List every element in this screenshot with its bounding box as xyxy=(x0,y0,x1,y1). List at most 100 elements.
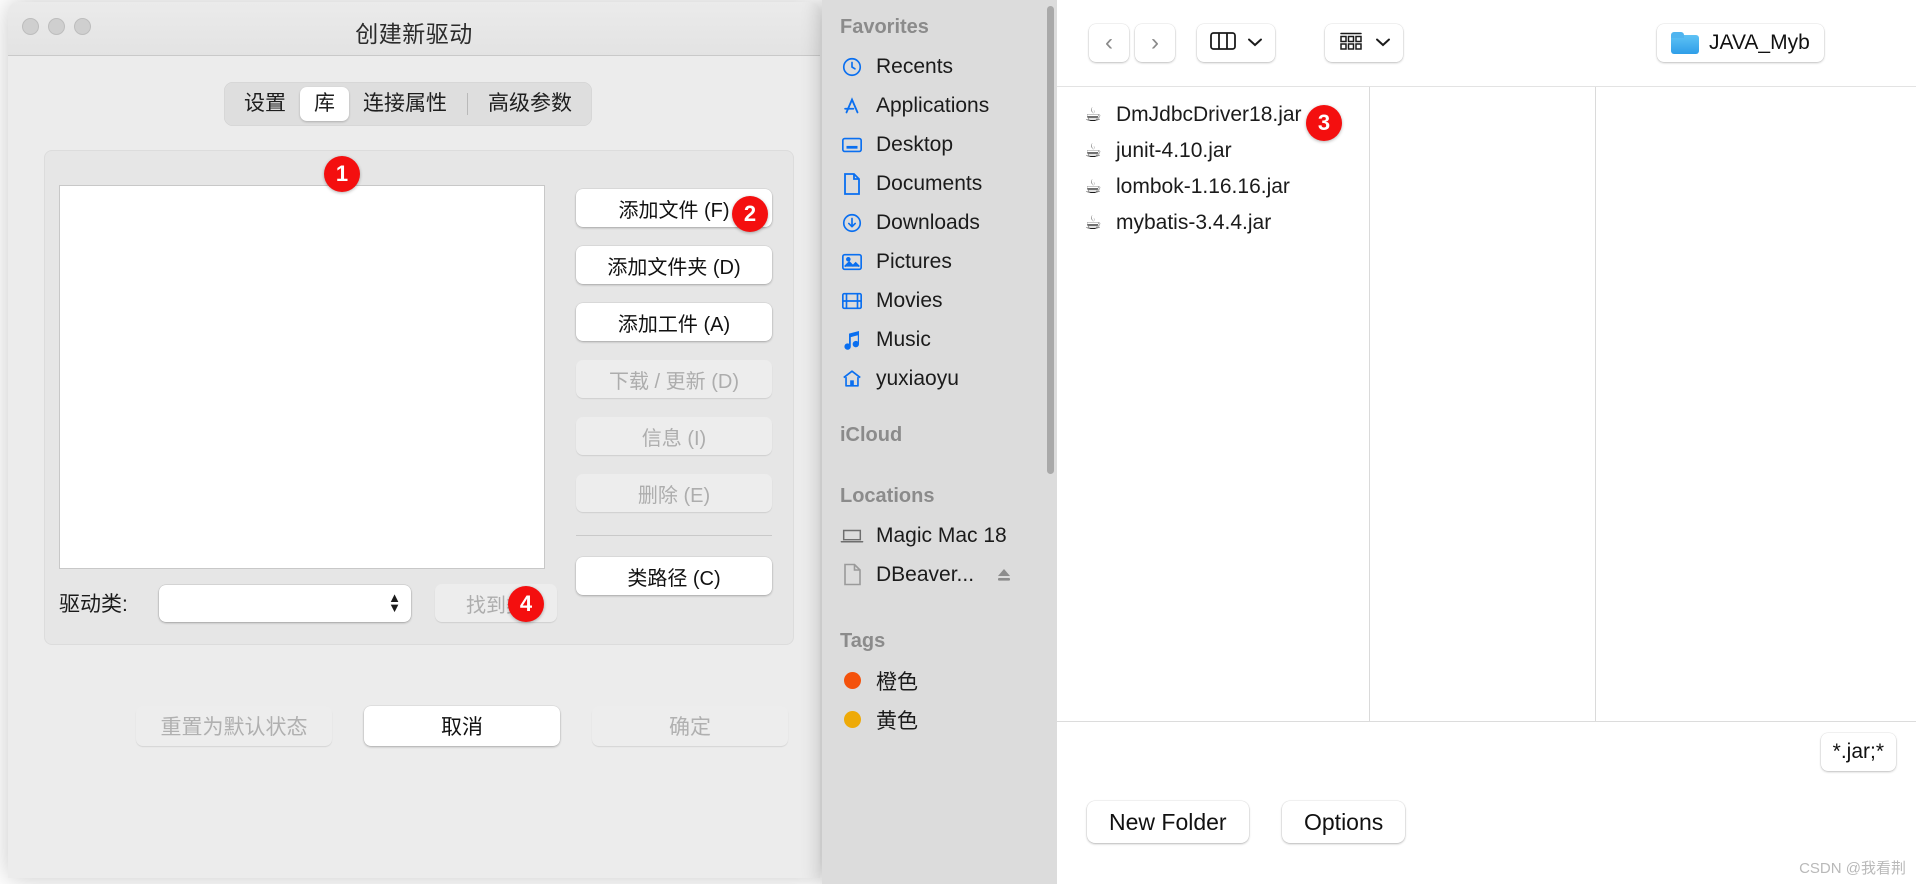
watermark: CSDN @我看荆 xyxy=(1799,860,1906,877)
delete-button[interactable]: 删除 (E) xyxy=(576,474,772,512)
file-row[interactable]: ☕ lombok-1.16.16.jar xyxy=(1057,169,1369,205)
sidebar-item-label: 橙色 xyxy=(876,670,918,694)
sidebar-scrollbar[interactable] xyxy=(1047,6,1054,474)
finder-filter-bar: *.jar;* xyxy=(1057,721,1916,786)
path-label: JAVA_Myb xyxy=(1709,31,1810,54)
file-column-primary: ☕ DmJdbcDriver18.jar ☕ junit-4.10.jar ☕ … xyxy=(1057,87,1370,721)
actions-divider xyxy=(576,535,772,536)
tag-dot-icon xyxy=(840,708,864,732)
step-badge-3: 3 xyxy=(1306,105,1342,141)
group-view-icon xyxy=(1337,30,1365,57)
sidebar-item-music[interactable]: Music xyxy=(822,320,1057,359)
clock-icon xyxy=(840,55,864,79)
driver-class-combo[interactable]: ▲ ▼ xyxy=(159,584,411,622)
dialog-footer: 重置为默认状态 取消 确定 xyxy=(8,706,820,746)
column-view-icon xyxy=(1209,30,1237,57)
sidebar-group-icloud: iCloud xyxy=(840,424,903,446)
step-badge-2: 2 xyxy=(732,196,768,232)
sidebar-item-label: Magic Mac 18 xyxy=(876,523,1007,547)
sidebar-group-favorites: Favorites xyxy=(840,16,929,38)
tab-connection-properties[interactable]: 连接属性 xyxy=(349,87,461,121)
back-button[interactable]: ‹ xyxy=(1089,24,1129,62)
sidebar-item-label: 黄色 xyxy=(876,709,918,733)
dialog-titlebar: 创建新驱动 xyxy=(8,2,820,56)
sidebar-item-dbeaver-volume[interactable]: DBeaver... xyxy=(822,555,1057,594)
step-badge-1: 1 xyxy=(324,156,360,192)
sidebar-item-tag-orange[interactable]: 橙色 xyxy=(822,661,1057,700)
finder-footer: New Folder Options xyxy=(1057,786,1916,884)
chevron-down-icon xyxy=(1247,34,1263,52)
sidebar-item-label: Documents xyxy=(876,171,983,195)
add-artifact-button[interactable]: 添加工件 (A) xyxy=(576,303,772,341)
sidebar-item-applications[interactable]: Applications xyxy=(822,86,1057,125)
finder-sidebar: Favorites Recents Applications Desktop D… xyxy=(822,0,1057,884)
tab-settings[interactable]: 设置 xyxy=(230,87,300,121)
finder-open-panel: Favorites Recents Applications Desktop D… xyxy=(822,0,1916,884)
tag-dot-icon xyxy=(840,669,864,693)
download-icon xyxy=(840,211,864,235)
ok-button[interactable]: 确定 xyxy=(592,706,788,746)
info-button[interactable]: 信息 (I) xyxy=(576,417,772,455)
sidebar-item-downloads[interactable]: Downloads xyxy=(822,203,1057,242)
sidebar-item-label: Applications xyxy=(876,93,990,117)
finder-main: ‹ › JAVA_Myb ☕ DmJdbcDriver18.jar ☕ juni… xyxy=(1057,0,1916,884)
sidebar-item-pictures[interactable]: Pictures xyxy=(822,242,1057,281)
group-by-button[interactable] xyxy=(1325,24,1403,62)
forward-button[interactable]: › xyxy=(1135,24,1175,62)
finder-file-columns: ☕ DmJdbcDriver18.jar ☕ junit-4.10.jar ☕ … xyxy=(1057,86,1916,721)
sidebar-item-yuxiaoyu[interactable]: yuxiaoyu xyxy=(822,359,1057,398)
tab-separator xyxy=(467,93,468,115)
add-folder-button[interactable]: 添加文件夹 (D) xyxy=(576,246,772,284)
appstore-icon xyxy=(840,94,864,118)
document-icon xyxy=(840,172,864,196)
sidebar-item-label: Downloads xyxy=(876,210,980,234)
desktop-icon xyxy=(840,133,864,157)
sidebar-group-tags: Tags xyxy=(840,630,886,652)
sidebar-item-label: Desktop xyxy=(876,132,954,156)
jar-icon: ☕ xyxy=(1084,176,1102,198)
sidebar-item-label: Movies xyxy=(876,288,943,312)
driver-class-label: 驱动类: xyxy=(59,593,128,616)
libraries-listbox[interactable] xyxy=(59,185,545,569)
sidebar-item-magic-mac-18[interactable]: Magic Mac 18 xyxy=(822,516,1057,555)
sidebar-item-documents[interactable]: Documents xyxy=(822,164,1057,203)
sidebar-item-label: yuxiaoyu xyxy=(876,366,959,390)
file-name: lombok-1.16.16.jar xyxy=(1116,175,1290,198)
chevron-down-icon xyxy=(1375,34,1391,52)
disk-image-icon xyxy=(840,563,864,587)
create-driver-dialog: 创建新驱动 设置 库 连接属性 高级参数 1 添加文件 (F) 添加文件夹 (D… xyxy=(8,2,820,878)
file-type-filter[interactable]: *.jar;* xyxy=(1820,733,1896,771)
reset-defaults-button[interactable]: 重置为默认状态 xyxy=(136,706,332,746)
film-icon xyxy=(840,289,864,313)
driver-class-row: 驱动类: ▲ ▼ 找到类 xyxy=(59,583,781,623)
chevron-right-icon: › xyxy=(1151,29,1159,56)
file-row[interactable]: ☕ mybatis-3.4.4.jar xyxy=(1057,205,1369,241)
dialog-tabbar: 设置 库 连接属性 高级参数 xyxy=(224,82,592,126)
home-icon xyxy=(840,367,864,391)
tab-advanced-params[interactable]: 高级参数 xyxy=(474,87,586,121)
cancel-button[interactable]: 取消 xyxy=(364,706,560,746)
sidebar-item-movies[interactable]: Movies xyxy=(822,281,1057,320)
stepper-chevron-icon[interactable]: ▲ ▼ xyxy=(388,591,401,614)
laptop-icon xyxy=(840,524,864,548)
sidebar-item-tag-yellow[interactable]: 黄色 xyxy=(822,700,1057,739)
library-actions: 添加文件 (F) 添加文件夹 (D) 添加工件 (A) 下载 / 更新 (D) … xyxy=(576,189,772,595)
options-button[interactable]: Options xyxy=(1282,801,1406,843)
jar-icon: ☕ xyxy=(1084,104,1102,126)
path-location-button[interactable]: JAVA_Myb xyxy=(1657,24,1824,62)
new-folder-button[interactable]: New Folder xyxy=(1087,801,1249,843)
sidebar-item-recents[interactable]: Recents xyxy=(822,47,1057,86)
sidebar-item-desktop[interactable]: Desktop xyxy=(822,125,1057,164)
sidebar-group-locations: Locations xyxy=(840,485,935,507)
tab-libraries[interactable]: 库 xyxy=(300,87,349,121)
picture-icon xyxy=(840,250,864,274)
view-mode-button[interactable] xyxy=(1197,24,1275,62)
eject-icon[interactable] xyxy=(992,563,1016,587)
music-icon xyxy=(840,328,864,352)
sidebar-item-label: DBeaver... xyxy=(876,562,975,586)
download-update-button[interactable]: 下载 / 更新 (D) xyxy=(576,360,772,398)
filter-value: *.jar;* xyxy=(1832,740,1884,763)
folder-icon xyxy=(1671,32,1699,54)
dialog-body: 设置 库 连接属性 高级参数 1 添加文件 (F) 添加文件夹 (D) 添加工件… xyxy=(8,56,820,878)
sidebar-item-label: Music xyxy=(876,327,931,351)
